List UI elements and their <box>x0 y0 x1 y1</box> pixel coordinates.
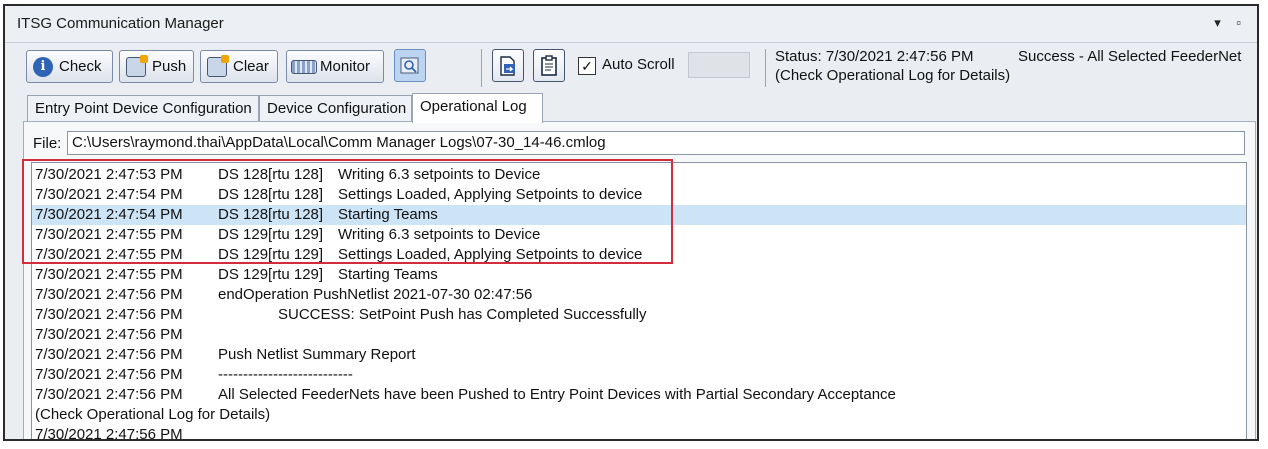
log-time: (Check Operational Log for Details) <box>35 406 271 423</box>
log-message: Starting Teams <box>338 266 438 283</box>
clipboard-button[interactable] <box>533 49 565 82</box>
export-log-button[interactable] <box>492 49 524 82</box>
title-bar: ITSG Communication Manager ▾ ▫ <box>5 6 1257 43</box>
info-icon: i <box>33 56 53 77</box>
clipboard-icon <box>541 54 557 76</box>
log-row[interactable]: 7/30/2021 2:47:56 PM All Selected Feeder… <box>32 385 1246 405</box>
log-time: 7/30/2021 2:47:56 PM <box>35 366 183 383</box>
log-message: SUCCESS: SetPoint Push has Completed Suc… <box>278 306 647 323</box>
log-time: 7/30/2021 2:47:55 PM <box>35 266 183 283</box>
toolbar: i Check Push Clear Monitor ✓ Auto Scroll… <box>5 43 1257 93</box>
push-device-icon <box>126 54 148 77</box>
status-text: Status: 7/30/2021 2:47:56 PM <box>775 48 974 65</box>
monitor-button-label: Monitor <box>320 58 371 75</box>
clear-device-icon <box>207 54 229 77</box>
log-time: 7/30/2021 2:47:56 PM <box>35 286 183 303</box>
log-time: 7/30/2021 2:47:56 PM <box>35 426 183 441</box>
log-message: --------------------------- <box>218 366 353 383</box>
push-button[interactable]: Push <box>119 50 194 83</box>
file-path-field[interactable]: C:\Users\raymond.thai\AppData\Local\Comm… <box>67 131 1245 155</box>
push-button-label: Push <box>152 58 187 75</box>
clear-button[interactable]: Clear <box>200 50 278 83</box>
status-result-text: Success - All Selected FeederNet <box>1018 48 1242 65</box>
log-row[interactable]: 7/30/2021 2:47:56 PM endOperation PushNe… <box>32 285 1246 305</box>
log-time: 7/30/2021 2:47:56 PM <box>35 346 183 363</box>
status-detail-text: (Check Operational Log for Details) <box>775 67 1011 84</box>
log-time: 7/30/2021 2:47:56 PM <box>35 306 183 323</box>
monitor-icon <box>291 59 317 74</box>
log-row[interactable]: (Check Operational Log for Details) <box>32 405 1246 425</box>
check-button[interactable]: i Check <box>26 50 113 83</box>
clear-button-label: Clear <box>233 58 269 75</box>
monitor-button[interactable]: Monitor <box>286 50 384 83</box>
progress-indicator <box>688 52 750 78</box>
log-message: endOperation PushNetlist 2021-07-30 02:4… <box>218 286 533 303</box>
toolbar-separator <box>481 49 482 87</box>
log-time: 7/30/2021 2:47:56 PM <box>35 326 183 343</box>
log-row[interactable]: 7/30/2021 2:47:56 PM <box>32 325 1246 345</box>
view-toggle-button[interactable] <box>394 49 426 82</box>
log-device: DS 129[rtu 129] <box>218 266 324 283</box>
tab-operational-log[interactable]: Operational Log <box>412 93 543 123</box>
toolbar-separator-2 <box>765 49 766 87</box>
highlight-box <box>22 159 673 264</box>
auto-scroll-label: Auto Scroll <box>602 56 675 73</box>
log-message: All Selected FeederNets have been Pushed… <box>218 386 896 403</box>
file-label: File: <box>33 135 62 152</box>
log-row[interactable]: 7/30/2021 2:47:56 PM Push Netlist Summar… <box>32 345 1246 365</box>
log-row[interactable]: 7/30/2021 2:47:56 PM <box>32 425 1246 441</box>
log-time: 7/30/2021 2:47:56 PM <box>35 386 183 403</box>
export-document-icon <box>500 55 515 76</box>
log-message: Push Netlist Summary Report <box>218 346 416 363</box>
log-row[interactable]: 7/30/2021 2:47:56 PM SUCCESS: SetPoint P… <box>32 305 1246 325</box>
window-title: ITSG Communication Manager <box>17 15 224 32</box>
auto-scroll-checkbox[interactable]: ✓ <box>578 57 596 75</box>
check-button-label: Check <box>59 58 102 75</box>
tab-device-configuration[interactable]: Device Configuration <box>259 95 412 121</box>
tab-entry-point-device-configuration[interactable]: Entry Point Device Configuration <box>27 95 259 121</box>
search-window-icon <box>400 57 419 73</box>
log-row[interactable]: 7/30/2021 2:47:55 PM DS 129[rtu 129] Sta… <box>32 265 1246 285</box>
log-row[interactable]: 7/30/2021 2:47:56 PM -------------------… <box>32 365 1246 385</box>
window-controls[interactable]: ▾ ▫ <box>1214 15 1247 31</box>
